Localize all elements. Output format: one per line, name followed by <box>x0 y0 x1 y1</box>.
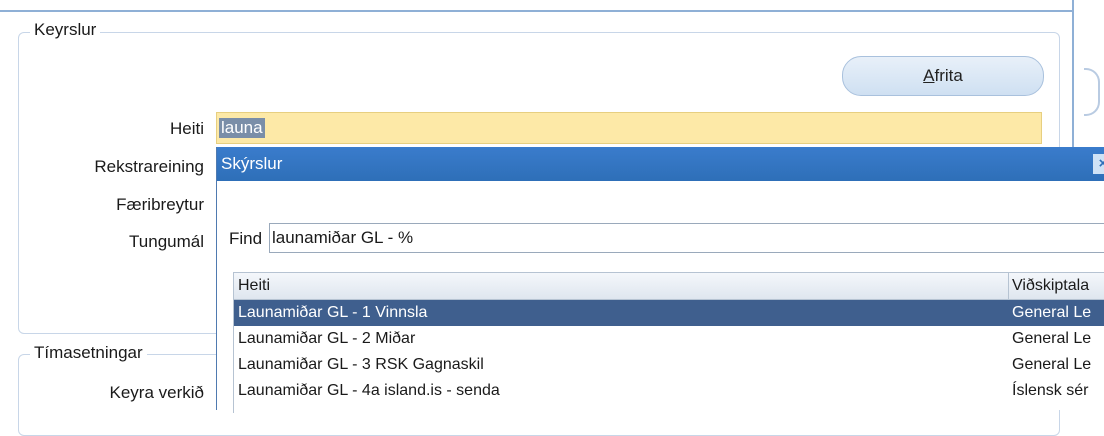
rekstrareining-label: Rekstrareining <box>94 157 204 176</box>
heiti-input-value: launa <box>219 118 265 138</box>
results-table: Heiti Viðskiptala Launamiðar GL - 1 Vinn… <box>233 272 1104 413</box>
row-heiti: Launamiðar GL - 4a island.is - senda <box>238 382 500 399</box>
row-app: General Le <box>1012 330 1092 347</box>
afrita-mnemonic: A <box>923 66 935 85</box>
table-header: Heiti Viðskiptala <box>234 273 1104 300</box>
heiti-label: Heiti <box>169 119 204 138</box>
table-row[interactable]: Launamiðar GL - 1 Vinnsla General Le <box>234 300 1104 326</box>
row-app: General Le <box>1012 356 1092 373</box>
afrita-button[interactable]: Afrita <box>842 56 1044 96</box>
row-heiti: Launamiðar GL - 2 Miðar <box>238 330 416 347</box>
timasetningar-legend: Tímasetningar <box>30 343 147 363</box>
find-input[interactable]: launamiðar GL - % <box>269 223 1104 253</box>
faeribreytur-label: Færibreytur <box>116 195 204 214</box>
dialog-title: Skýrslur <box>217 147 1104 181</box>
heiti-input[interactable]: launa <box>216 112 1042 144</box>
afrita-label-rest: frita <box>934 66 963 85</box>
row-app: Íslensk sér <box>1012 382 1089 399</box>
table-row[interactable]: Launamiðar GL - 4a island.is - senda Ísl… <box>234 378 1104 404</box>
column-header-vidskiptala[interactable]: Viðskiptala <box>1012 273 1104 299</box>
row-heiti: Launamiðar GL - 3 RSK Gagnaskil <box>238 356 484 373</box>
close-icon[interactable]: × <box>1093 154 1104 174</box>
side-tab[interactable] <box>1084 68 1100 116</box>
keyrslur-legend: Keyrslur <box>30 20 101 40</box>
row-heiti: Launamiðar GL - 1 Vinnsla <box>238 304 428 321</box>
table-row[interactable]: Launamiðar GL - 2 Miðar General Le <box>234 326 1104 352</box>
keyra-verkid-label: Keyra verkið <box>109 383 204 402</box>
row-app: General Le <box>1012 304 1092 321</box>
find-label: Find <box>229 229 263 248</box>
column-divider[interactable] <box>1008 273 1009 299</box>
tungumal-label: Tungumál <box>129 232 204 251</box>
skyrslur-dialog: Skýrslur × Find launamiðar GL - % Heiti … <box>216 147 1104 413</box>
top-border <box>0 10 1072 12</box>
table-row[interactable]: Launamiðar GL - 3 RSK Gagnaskil General … <box>234 352 1104 378</box>
column-header-heiti[interactable]: Heiti <box>238 273 998 299</box>
